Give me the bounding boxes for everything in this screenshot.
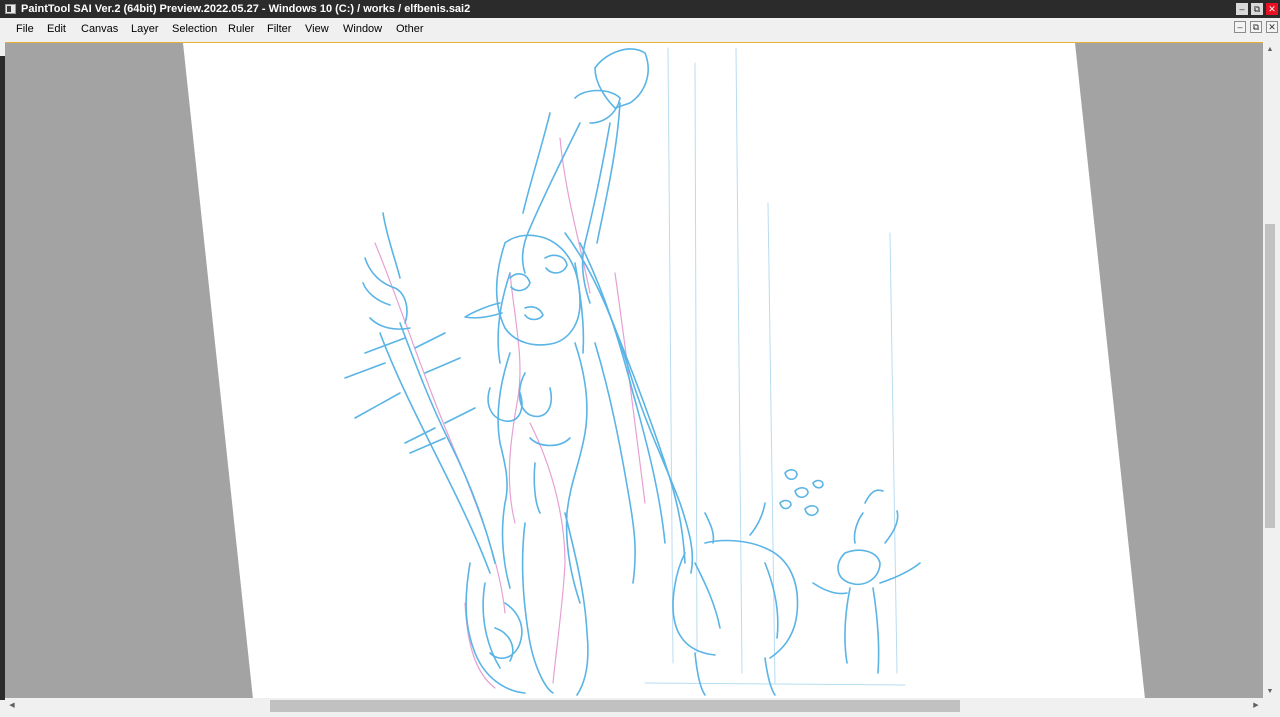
- paper-sheet: [183, 43, 1145, 698]
- menu-selection[interactable]: Selection: [172, 23, 217, 36]
- menu-layer[interactable]: Layer: [131, 23, 159, 36]
- menu-filter[interactable]: Filter: [267, 23, 291, 36]
- horizontal-scroll-thumb[interactable]: [270, 700, 960, 712]
- scroll-right-arrow-icon[interactable]: ▶: [1250, 700, 1262, 712]
- menu-other[interactable]: Other: [396, 23, 424, 36]
- document-minimize-button[interactable]: –: [1234, 21, 1246, 33]
- menu-bar: File Edit Canvas Layer Selection Ruler F…: [0, 18, 1280, 40]
- menu-edit[interactable]: Edit: [47, 23, 66, 36]
- scroll-down-arrow-icon[interactable]: ▼: [1265, 686, 1275, 698]
- vertical-scroll-thumb[interactable]: [1265, 224, 1275, 528]
- canvas-view[interactable]: [5, 42, 1263, 698]
- document-close-button[interactable]: ✕: [1266, 21, 1278, 33]
- menu-ruler[interactable]: Ruler: [228, 23, 254, 36]
- document-restore-button[interactable]: ⧉: [1250, 21, 1262, 33]
- menu-view[interactable]: View: [305, 23, 329, 36]
- scroll-left-arrow-icon[interactable]: ◀: [6, 700, 18, 712]
- scrollbar-corner: [1263, 698, 1277, 714]
- menu-canvas[interactable]: Canvas: [81, 23, 118, 36]
- window-title: PaintTool SAI Ver.2 (64bit) Preview.2022…: [21, 3, 471, 15]
- window-minimize-button[interactable]: –: [1236, 3, 1248, 15]
- menu-window[interactable]: Window: [343, 23, 382, 36]
- app-icon[interactable]: [5, 4, 16, 14]
- canvas-paper[interactable]: [5, 43, 1263, 698]
- title-bar: PaintTool SAI Ver.2 (64bit) Preview.2022…: [0, 0, 1280, 18]
- scroll-up-arrow-icon[interactable]: ▲: [1265, 44, 1275, 56]
- window-close-button[interactable]: ✕: [1266, 3, 1278, 15]
- window-maximize-button[interactable]: ⧉: [1251, 3, 1263, 15]
- menu-file[interactable]: File: [16, 23, 34, 36]
